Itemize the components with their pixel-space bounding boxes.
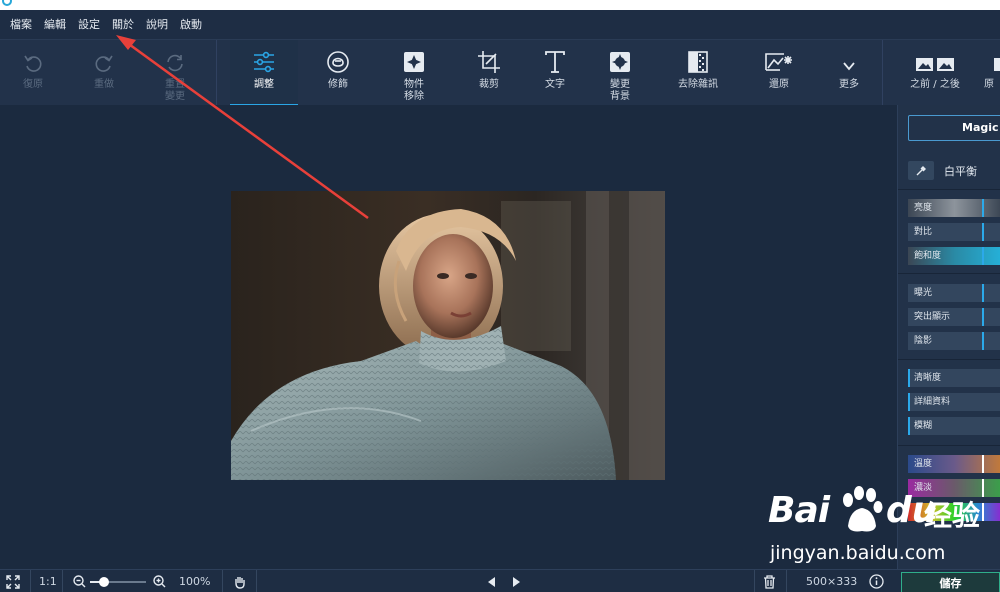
zoom-slider-knob[interactable]: [99, 576, 110, 587]
reset-changes-button[interactable]: 重置 變更: [150, 40, 200, 106]
reset-icon: [164, 40, 186, 76]
info-icon[interactable]: [869, 570, 884, 592]
object-removal-icon: [402, 40, 426, 76]
status-divider: [62, 570, 63, 592]
slider-knob[interactable]: [982, 199, 984, 217]
status-divider: [256, 570, 257, 592]
tint-slider[interactable]: 濃淡: [908, 479, 1000, 497]
contrast-slider[interactable]: 對比: [908, 223, 1000, 241]
status-divider: [222, 570, 223, 592]
image-dimensions: 500×333: [806, 575, 858, 588]
original-icon: [984, 40, 1000, 76]
slider-knob[interactable]: [982, 247, 984, 265]
brightness-slider[interactable]: 亮度: [908, 199, 1000, 217]
save-button[interactable]: 儲存: [901, 572, 1000, 592]
more-button[interactable]: 更多: [826, 40, 872, 106]
denoise-icon: [686, 40, 710, 76]
before-after-button[interactable]: 之前 / 之後: [898, 40, 972, 106]
panel-divider: [898, 273, 1000, 274]
slider-knob[interactable]: [908, 393, 910, 411]
redo-button[interactable]: 重做: [79, 40, 129, 106]
blur-slider[interactable]: 模糊: [908, 417, 1000, 435]
undo-button[interactable]: 復原: [8, 40, 58, 106]
next-arrow-icon[interactable]: [512, 570, 522, 592]
tab-text[interactable]: 文字: [530, 40, 580, 106]
before-after-icon: [915, 40, 955, 76]
panel-divider: [898, 359, 1000, 360]
menu-bar: 檔案 編輯 設定 關於 說明 啟動: [0, 10, 1000, 39]
menu-settings[interactable]: 設定: [72, 10, 106, 39]
slider-knob[interactable]: [982, 223, 984, 241]
prev-arrow-icon[interactable]: [486, 570, 496, 592]
app-logo-icon: [2, 0, 12, 6]
title-bar: [0, 0, 1000, 10]
portrait-photo: [231, 191, 665, 480]
photo-preview[interactable]: [231, 191, 665, 480]
panel-divider: [898, 189, 1000, 190]
slider-knob[interactable]: [908, 417, 910, 435]
tab-restore[interactable]: 還原: [752, 40, 806, 106]
details-slider[interactable]: 詳細資料: [908, 393, 1000, 411]
menu-file[interactable]: 檔案: [4, 10, 38, 39]
adjust-panel: Magic I 白平衡 亮度 對比 飽和度 曝光 突出顯示 陰影 清晰度 詳細資…: [897, 105, 1000, 569]
clarity-slider[interactable]: 清晰度: [908, 369, 1000, 387]
menu-activate[interactable]: 啟動: [174, 10, 208, 39]
slider-knob[interactable]: [982, 284, 984, 302]
tab-retouch[interactable]: 修飾: [313, 40, 363, 106]
text-icon: [543, 40, 567, 76]
menu-about[interactable]: 關於: [106, 10, 140, 39]
status-bar: 1:1 100% 500×333 儲存: [0, 569, 1000, 592]
redo-icon: [93, 40, 115, 76]
chevron-down-icon: [841, 40, 857, 76]
undo-icon: [22, 40, 44, 76]
zoom-out-icon[interactable]: [73, 570, 86, 592]
toolbar-divider: [216, 40, 217, 106]
exposure-slider[interactable]: 曝光: [908, 284, 1000, 302]
original-button[interactable]: 原: [984, 40, 1000, 106]
retouch-icon: [326, 40, 350, 76]
slider-knob[interactable]: [982, 503, 984, 521]
trash-icon[interactable]: [763, 570, 776, 592]
hand-icon[interactable]: [233, 570, 247, 592]
white-balance-label: 白平衡: [944, 164, 977, 178]
toolbar: 復原 重做 重置 變更 調整 修飾 物件 移除 裁剪 文字 變更 背景 去除雜訊…: [0, 39, 1000, 106]
highlights-slider[interactable]: 突出顯示: [908, 308, 1000, 326]
tab-change-background[interactable]: 變更 背景: [594, 40, 646, 106]
tab-object-removal[interactable]: 物件 移除: [388, 40, 440, 106]
panel-divider: [898, 445, 1000, 446]
shadows-slider[interactable]: 陰影: [908, 332, 1000, 350]
slider-knob[interactable]: [982, 332, 984, 350]
saturation-slider[interactable]: 飽和度: [908, 247, 1000, 265]
zoom-in-icon[interactable]: [153, 570, 166, 592]
zoom-slider-track: [90, 576, 146, 587]
slider-knob[interactable]: [908, 369, 910, 387]
status-divider: [786, 570, 787, 592]
toolbar-divider: [882, 40, 883, 106]
tab-adjust[interactable]: 調整: [230, 40, 298, 106]
sliders-icon: [252, 40, 276, 76]
canvas-area[interactable]: [0, 105, 897, 569]
slider-knob[interactable]: [982, 455, 984, 473]
zoom-percent: 100%: [179, 575, 211, 588]
crop-icon: [477, 40, 501, 76]
slider-knob[interactable]: [982, 308, 984, 326]
hue-slider[interactable]: [908, 503, 1000, 521]
status-divider: [754, 570, 755, 592]
tab-crop[interactable]: 裁剪: [464, 40, 514, 106]
status-divider: [30, 570, 31, 592]
white-balance-row: 白平衡: [908, 161, 977, 180]
restore-icon: [764, 40, 794, 76]
fullscreen-icon[interactable]: [6, 570, 20, 592]
zoom-1to1-button[interactable]: 1:1: [39, 570, 57, 592]
background-icon: [608, 40, 632, 76]
menu-help[interactable]: 說明: [140, 10, 174, 39]
zoom-slider[interactable]: [90, 570, 146, 592]
menu-edit[interactable]: 編輯: [38, 10, 72, 39]
temperature-slider[interactable]: 溫度: [908, 455, 1000, 473]
magic-button[interactable]: Magic I: [908, 115, 1000, 141]
tab-denoise[interactable]: 去除雜訊: [668, 40, 728, 106]
eyedropper-icon[interactable]: [908, 161, 934, 180]
slider-knob[interactable]: [982, 479, 984, 497]
